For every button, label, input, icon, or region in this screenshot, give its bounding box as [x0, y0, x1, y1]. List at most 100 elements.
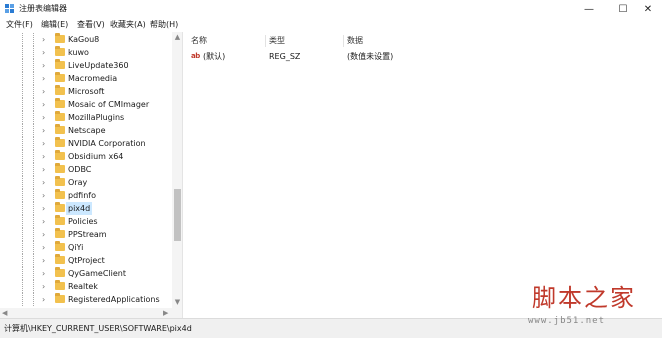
column-header-data[interactable]: 数据 — [347, 35, 363, 47]
registry-tree[interactable]: › KaGou8 › kuwo › LiveUpdate360 › Macromedia › Mi… — [0, 32, 183, 318]
tree-item-ppstream[interactable]: › PPStream — [0, 228, 172, 241]
tree-guide-line — [22, 124, 23, 137]
tree-guide-line — [22, 254, 23, 267]
tree-guide-line — [33, 33, 34, 46]
tree-guide-line — [22, 46, 23, 59]
expand-chevron-icon[interactable]: › — [42, 99, 45, 110]
string-value-icon: ab — [191, 52, 200, 60]
folder-icon — [55, 137, 65, 147]
tree-item-qtproject[interactable]: › QtProject — [0, 254, 172, 267]
tree-item-macromedia[interactable]: › Macromedia — [0, 72, 172, 85]
folder-icon — [55, 163, 65, 173]
expand-chevron-icon[interactable]: › — [42, 255, 45, 266]
tree-item-qygameclient[interactable]: › QyGameClient — [0, 267, 172, 280]
expand-chevron-icon[interactable]: › — [42, 151, 45, 162]
expand-chevron-icon[interactable]: › — [42, 229, 45, 240]
menu-help[interactable]: 帮助(H) — [149, 19, 179, 31]
menu-edit[interactable]: 编辑(E) — [40, 19, 69, 31]
folder-icon — [55, 72, 65, 82]
tree-item-label: LiveUpdate360 — [68, 61, 129, 70]
tree-item-qiyi[interactable]: › QiYi — [0, 241, 172, 254]
value-type: REG_SZ — [269, 52, 301, 61]
tree-guide-line — [33, 150, 34, 163]
expand-chevron-icon[interactable]: › — [42, 268, 45, 279]
tree-item-mosaic-of-cmimager[interactable]: › Mosaic of CMImager — [0, 98, 172, 111]
tree-item-liveupdate360[interactable]: › LiveUpdate360 — [0, 59, 172, 72]
minimize-button[interactable]: — — [570, 0, 608, 18]
expand-chevron-icon[interactable]: › — [42, 281, 45, 292]
scroll-left-icon[interactable]: ◀ — [2, 308, 7, 318]
expand-chevron-icon[interactable]: › — [42, 242, 45, 253]
expand-chevron-icon[interactable]: › — [42, 294, 45, 305]
column-header-type[interactable]: 类型 — [269, 35, 285, 47]
value-row-default[interactable]: ab (默认) REG_SZ (数值未设置) — [185, 50, 662, 63]
tree-item-policies[interactable]: › Policies — [0, 215, 172, 228]
column-header-name[interactable]: 名称 — [191, 35, 207, 47]
tree-guide-line — [33, 98, 34, 111]
tree-scroll-thumb[interactable] — [174, 189, 181, 241]
tree-item-obsidium-x64[interactable]: › Obsidium x64 — [0, 150, 172, 163]
folder-icon — [55, 33, 65, 43]
tree-guide-line — [22, 163, 23, 176]
expand-chevron-icon[interactable]: › — [42, 34, 45, 45]
tree-item-pdfinfo[interactable]: › pdfinfo — [0, 189, 172, 202]
expand-chevron-icon[interactable]: › — [42, 86, 45, 97]
tree-vertical-scrollbar[interactable]: ▲ ▼ — [172, 32, 182, 318]
tree-item-label: Netscape — [68, 126, 106, 135]
expand-chevron-icon[interactable]: › — [42, 73, 45, 84]
tree-guide-line — [22, 202, 23, 215]
menu-file[interactable]: 文件(F) — [5, 19, 34, 31]
tree-guide-line — [22, 85, 23, 98]
tree-item-pix4d[interactable]: › pix4d — [0, 202, 172, 215]
tree-guide-line — [22, 293, 23, 306]
tree-guide-line — [33, 176, 34, 189]
tree-guide-line — [33, 85, 34, 98]
menu-favorites[interactable]: 收藏夹(A) — [109, 19, 147, 31]
tree-guide-line — [22, 176, 23, 189]
tree-item-nvidia-corporation[interactable]: › NVIDIA Corporation — [0, 137, 172, 150]
values-list[interactable]: 名称 类型 数据 ab (默认) REG_SZ (数值未设置) — [185, 32, 662, 318]
tree-item-microsoft[interactable]: › Microsoft — [0, 85, 172, 98]
tree-item-netscape[interactable]: › Netscape — [0, 124, 172, 137]
scroll-right-icon[interactable]: ▶ — [163, 308, 168, 318]
expand-chevron-icon[interactable]: › — [42, 112, 45, 123]
folder-icon — [55, 150, 65, 160]
tree-item-oray[interactable]: › Oray — [0, 176, 172, 189]
column-divider[interactable] — [265, 35, 266, 47]
tree-item-realtek[interactable]: › Realtek — [0, 280, 172, 293]
tree-item-label: NVIDIA Corporation — [68, 139, 146, 148]
tree-horizontal-scrollbar[interactable]: ◀ ▶ — [0, 308, 172, 318]
expand-chevron-icon[interactable]: › — [42, 47, 45, 58]
expand-chevron-icon[interactable]: › — [42, 177, 45, 188]
tree-guide-line — [22, 280, 23, 293]
expand-chevron-icon[interactable]: › — [42, 60, 45, 71]
expand-chevron-icon[interactable]: › — [42, 125, 45, 136]
expand-chevron-icon[interactable]: › — [42, 203, 45, 214]
tree-item-odbc[interactable]: › ODBC — [0, 163, 172, 176]
tree-item-label: Mosaic of CMImager — [68, 100, 150, 109]
folder-icon — [55, 267, 65, 277]
tree-item-kuwo[interactable]: › kuwo — [0, 46, 172, 59]
scroll-down-icon[interactable]: ▼ — [172, 297, 182, 307]
tree-item-label: pix4d — [66, 202, 93, 215]
scroll-up-icon[interactable]: ▲ — [172, 32, 182, 42]
close-button[interactable]: ✕ — [634, 0, 662, 18]
tree-guide-line — [22, 111, 23, 124]
folder-icon — [55, 241, 65, 251]
menu-view[interactable]: 查看(V) — [76, 19, 106, 31]
expand-chevron-icon[interactable]: › — [42, 190, 45, 201]
tree-guide-line — [33, 189, 34, 202]
folder-icon — [55, 293, 65, 303]
folder-icon — [55, 85, 65, 95]
expand-chevron-icon[interactable]: › — [42, 164, 45, 175]
tree-item-kagou8[interactable]: › KaGou8 — [0, 33, 172, 46]
tree-item-registeredapplications[interactable]: › RegisteredApplications — [0, 293, 172, 306]
tree-item-mozillaplugins[interactable]: › MozillaPlugins — [0, 111, 172, 124]
tree-item-label: Microsoft — [68, 87, 105, 96]
expand-chevron-icon[interactable]: › — [42, 216, 45, 227]
tree-guide-line — [33, 72, 34, 85]
expand-chevron-icon[interactable]: › — [42, 138, 45, 149]
column-divider[interactable] — [343, 35, 344, 47]
tree-guide-line — [22, 137, 23, 150]
tree-guide-line — [33, 137, 34, 150]
